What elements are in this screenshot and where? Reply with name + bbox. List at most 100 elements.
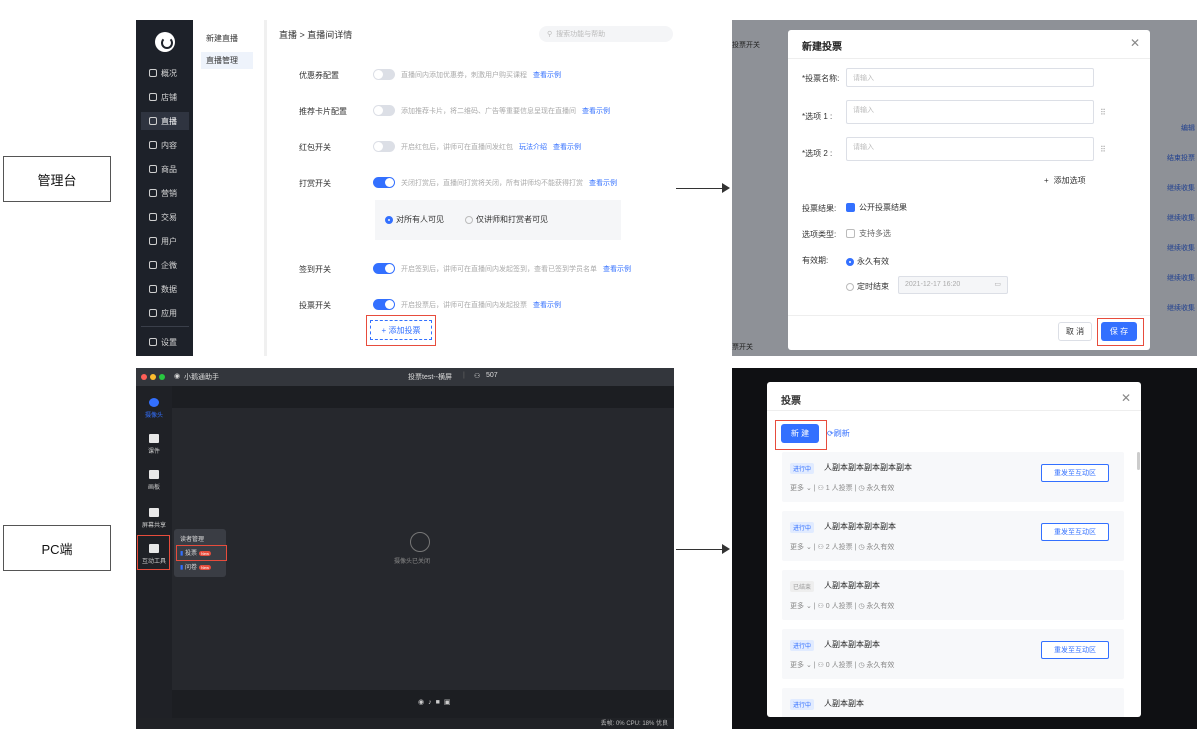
example-link[interactable]: 查看示例: [533, 302, 561, 309]
radio-checked-icon: [846, 257, 854, 266]
option2-input[interactable]: 请输入: [846, 137, 1094, 161]
backdrop-action-link: 继续收集: [1167, 215, 1195, 222]
example-link[interactable]: 查看示例: [589, 180, 617, 187]
admin-subnav: 新建直播 直播管理: [193, 20, 261, 356]
scrollbar[interactable]: [1137, 452, 1140, 470]
backdrop-action-link: 继续收集: [1167, 275, 1195, 282]
setting-toggle[interactable]: [373, 177, 395, 188]
sidebar-item-2[interactable]: 直播: [141, 112, 189, 130]
resend-to-interaction-button[interactable]: 重发至互动区: [1041, 523, 1109, 541]
viewers-icon: ⚇: [474, 373, 481, 380]
sidebar-item-1[interactable]: 店铺: [141, 88, 189, 106]
close-window-icon[interactable]: [141, 374, 147, 380]
example-link[interactable]: 查看示例: [582, 108, 610, 115]
setting-toggle[interactable]: [373, 141, 395, 152]
input-placeholder: 请输入: [853, 75, 874, 82]
vote-title: 人副本副本: [824, 699, 864, 708]
more-dropdown[interactable]: 更多: [790, 544, 804, 551]
resend-to-interaction-button[interactable]: 重发至互动区: [1041, 464, 1109, 482]
drag-handle-icon[interactable]: ⠿: [1100, 145, 1106, 154]
sidebar-item-10[interactable]: 应用: [141, 304, 189, 322]
vote-count: 1 人投票: [825, 485, 853, 492]
visibility-option-all[interactable]: 对所有人可见: [385, 214, 444, 225]
sidebar-item-0[interactable]: 概况: [141, 64, 189, 82]
pc-tool-3[interactable]: 屏幕共享: [136, 508, 172, 529]
end-date-picker[interactable]: 2021-12-17 16:20 ▭: [898, 276, 1008, 294]
close-icon[interactable]: ✕: [1130, 36, 1140, 50]
courseware-icon: [149, 434, 159, 443]
example-link[interactable]: 查看示例: [533, 72, 561, 79]
pc-tool-1[interactable]: 课件: [136, 434, 172, 455]
chevron-down-icon: ⌄ |: [804, 544, 818, 551]
sidebar-item-7[interactable]: 用户: [141, 232, 189, 250]
checkbox-label: 支持多选: [859, 229, 891, 238]
minimize-window-icon[interactable]: [150, 374, 156, 380]
sidebar-item-11[interactable]: 设置: [141, 333, 189, 351]
subnav-live-manage[interactable]: 直播管理: [201, 52, 253, 69]
live-icon: [149, 117, 157, 125]
setting-toggle[interactable]: [373, 105, 395, 116]
admin-main: 直播 > 直播间详情 ⚲ 搜索功能与帮助 优惠券配置 直播间内添加优惠券，刺激用户购…: [264, 20, 674, 356]
status-text: 丢帧: 0% CPU: 18% 优良: [600, 721, 668, 727]
setting-toggle[interactable]: [373, 69, 395, 80]
search-input[interactable]: ⚲ 搜索功能与帮助: [539, 26, 673, 42]
sidebar-item-8[interactable]: 企微: [141, 256, 189, 274]
pc-label: PC端: [3, 525, 111, 571]
resend-label: 重发至互动区: [1054, 529, 1096, 536]
media-controls[interactable]: ◉♪■▣: [418, 698, 454, 706]
subnav-new-live[interactable]: 新建直播: [201, 30, 243, 47]
valid-permanent-radio[interactable]: 永久有效: [846, 256, 889, 267]
valid-timed-radio[interactable]: 定时结束: [846, 281, 889, 292]
example-link[interactable]: 查看示例: [553, 144, 581, 151]
vote-list-item: 进行中 人副本副本副本 更多 ⌄ | ⚇ 0 人投票 | ◷ 永久有效 重发至互动区: [782, 629, 1124, 679]
highlight-box: [775, 420, 827, 450]
resend-to-interaction-button[interactable]: 重发至互动区: [1041, 641, 1109, 659]
example-link[interactable]: 查看示例: [603, 266, 631, 273]
admin-label-text: 管理台: [37, 172, 77, 188]
drag-handle-icon[interactable]: ⠿: [1100, 108, 1106, 117]
multi-select-checkbox[interactable]: 支持多选: [846, 228, 891, 239]
refresh-button[interactable]: ⟳刷新: [827, 428, 850, 439]
camera-toggle-icon[interactable]: ◉: [418, 699, 428, 706]
option1-input[interactable]: 请输入: [846, 100, 1094, 124]
vote-name-input[interactable]: 请输入: [846, 68, 1094, 87]
cancel-button[interactable]: 取 消: [1058, 322, 1092, 341]
sidebar-item-label: 企微: [161, 260, 177, 270]
public-result-checkbox[interactable]: 公开投票结果: [846, 202, 907, 213]
record-icon[interactable]: ■: [436, 699, 444, 706]
sidebar-item-4[interactable]: 商品: [141, 160, 189, 178]
input-placeholder: 请输入: [853, 144, 874, 151]
resend-label: 重发至互动区: [1054, 647, 1096, 654]
visibility-option-label: 仅讲师和打赏者可见: [476, 215, 548, 224]
vote-validity: 永久有效: [866, 603, 895, 610]
radio-checked-icon: [385, 215, 393, 224]
vote-title: 人副本副本副本副本副本: [824, 463, 912, 472]
maximize-window-icon[interactable]: [159, 374, 165, 380]
more-dropdown[interactable]: 更多: [790, 485, 804, 492]
mic-icon[interactable]: ♪: [428, 699, 436, 706]
sidebar-item-3[interactable]: 内容: [141, 136, 189, 154]
pc-label-text: PC端: [41, 541, 73, 557]
more-dropdown[interactable]: 更多: [790, 603, 804, 610]
setting-toggle[interactable]: [373, 263, 395, 274]
add-option-button[interactable]: + 添加选项: [1044, 175, 1086, 186]
goods-icon: [149, 165, 157, 173]
guide-link[interactable]: 玩法介绍: [519, 144, 547, 151]
apps-icon: [149, 309, 157, 317]
people-icon: ⚇: [817, 662, 826, 669]
logo-icon: [155, 32, 175, 52]
setting-toggle[interactable]: [373, 299, 395, 310]
visibility-option-limited[interactable]: 仅讲师和打赏者可见: [465, 214, 548, 225]
backdrop-action-link: 结束投票: [1167, 155, 1195, 162]
sidebar-item-5[interactable]: 营销: [141, 184, 189, 202]
pc-tool-2[interactable]: 画板: [136, 470, 172, 491]
screen-icon[interactable]: ▣: [444, 699, 455, 706]
add-vote-button[interactable]: + 添加投票: [370, 320, 432, 340]
pc-tool-0[interactable]: 摄像头: [136, 398, 172, 419]
close-icon[interactable]: ✕: [1121, 391, 1131, 405]
checkbox-label: 公开投票结果: [859, 203, 907, 212]
popup-item-survey[interactable]: ▮ 问卷 New: [180, 562, 212, 571]
sidebar-item-9[interactable]: 数据: [141, 280, 189, 298]
sidebar-item-6[interactable]: 交易: [141, 208, 189, 226]
more-dropdown[interactable]: 更多: [790, 662, 804, 669]
